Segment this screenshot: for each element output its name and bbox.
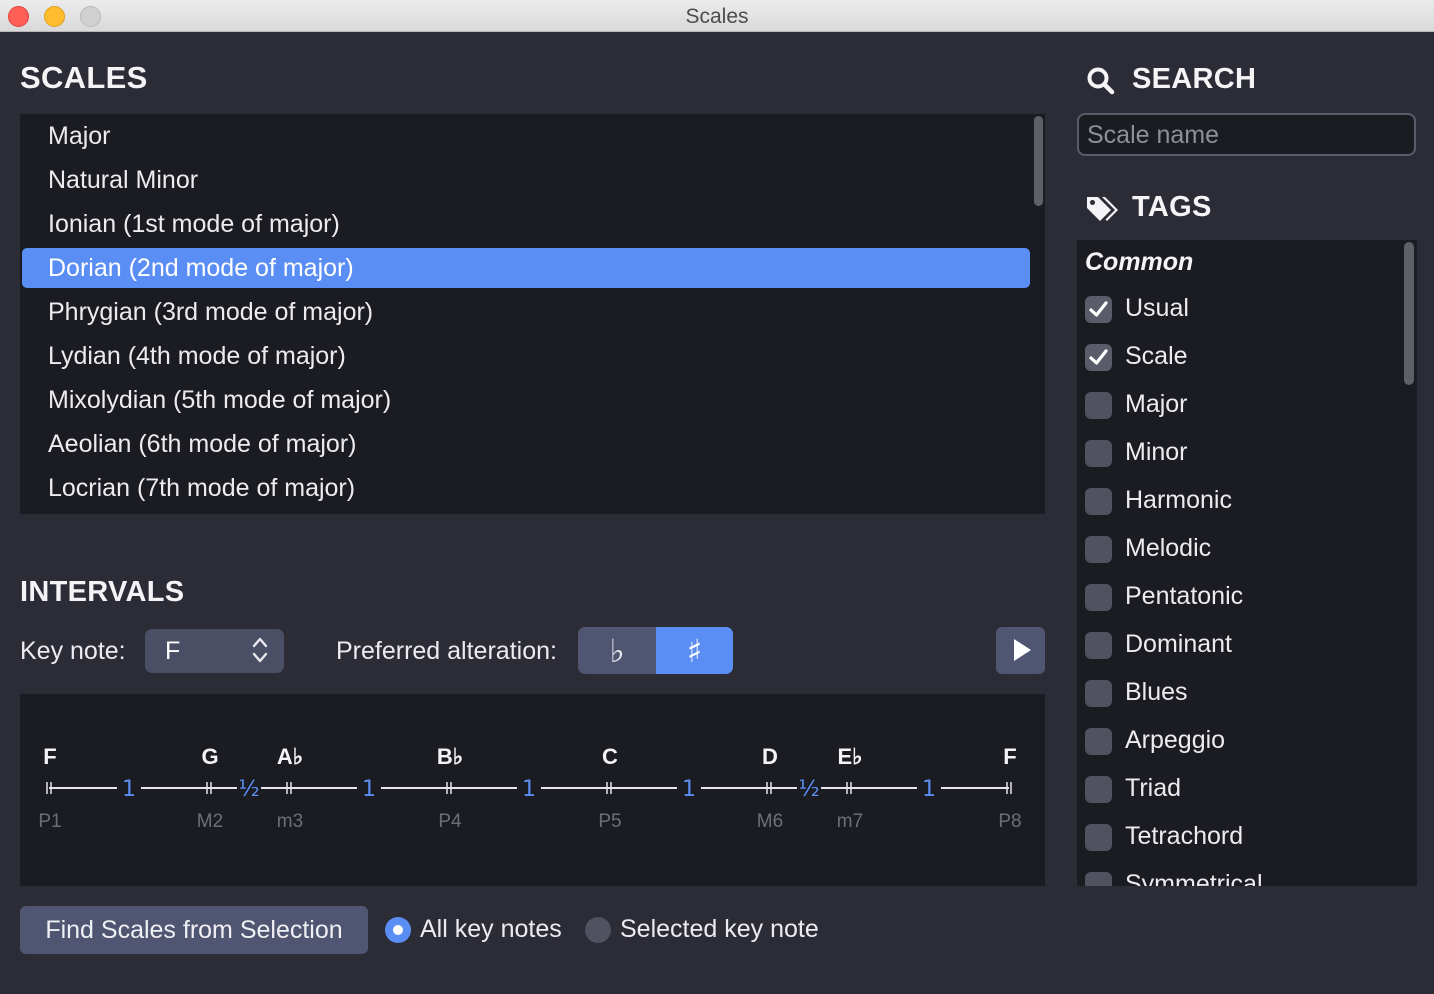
scale-item-natural-minor[interactable]: Natural Minor — [22, 160, 1030, 200]
tag-label: Melodic — [1125, 534, 1212, 562]
tag-label: Harmonic — [1125, 486, 1232, 514]
note-name-label: F — [1003, 744, 1016, 769]
degree-label: P4 — [438, 811, 462, 832]
tag-label: Tetrachord — [1125, 822, 1244, 850]
step-label: 1 — [362, 777, 376, 802]
tag-label: Blues — [1125, 678, 1188, 706]
scale-item-dorian[interactable]: Dorian (2nd mode of major) — [22, 248, 1030, 288]
scales-heading: SCALES — [20, 60, 148, 95]
intervals-diagram: F P1 G M2 A♭ m3 B♭ P4 C P5 D M6 E♭ m7 F P8 1 ½ 1 1 1 ½ 1 — [20, 694, 1045, 886]
tags-scrollbar[interactable] — [1404, 242, 1414, 385]
intervals-heading: INTERVALS — [20, 576, 185, 608]
key-note-select[interactable]: F — [145, 629, 284, 673]
tag-checkbox-usual[interactable] — [1085, 296, 1112, 323]
tag-checkbox-tetrachord[interactable] — [1085, 824, 1112, 851]
search-input[interactable] — [1087, 119, 1405, 151]
tag-label: Usual — [1125, 294, 1189, 322]
scale-item-locrian[interactable]: Locrian (7th mode of major) — [22, 468, 1030, 508]
play-button[interactable] — [996, 627, 1045, 674]
flat-icon: ♭ — [609, 632, 625, 670]
note-name-label: F — [43, 744, 56, 769]
checkmark-icon — [1089, 349, 1108, 365]
tags-list[interactable]: Common Usual Scale Major Minor Harmonic Melod… — [1077, 240, 1417, 886]
tag-checkbox-melodic[interactable] — [1085, 536, 1112, 563]
tag-checkbox-dominant[interactable] — [1085, 632, 1112, 659]
scale-item-phrygian[interactable]: Phrygian (3rd mode of major) — [22, 292, 1030, 332]
step-label: 1 — [522, 777, 536, 802]
degree-label: m7 — [837, 811, 863, 832]
tag-checkbox-blues[interactable] — [1085, 680, 1112, 707]
tag-label: Arpeggio — [1125, 726, 1226, 754]
tag-checkbox-minor[interactable] — [1085, 440, 1112, 467]
tag-group-common: Common — [1085, 248, 1194, 276]
interval-line: F P1 G M2 A♭ m3 B♭ P4 C P5 D M6 E♭ m7 F P8 1 ½ 1 1 1 ½ 1 — [38, 744, 1021, 832]
scale-list[interactable]: Major Natural Minor Ionian (1st mode of … — [20, 114, 1045, 514]
note-name-label: B♭ — [437, 744, 463, 769]
tag-checkbox-major[interactable] — [1085, 392, 1112, 419]
tag-label: Symmetrical — [1125, 870, 1263, 886]
degree-label: P1 — [38, 811, 61, 832]
step-label: 1 — [922, 777, 936, 802]
tags-icon — [1087, 197, 1118, 221]
degree-label: P5 — [598, 811, 621, 832]
step-label: ½ — [238, 777, 259, 802]
tag-checkbox-triad[interactable] — [1085, 776, 1112, 803]
all-key-notes-label[interactable]: All key notes — [420, 915, 562, 944]
tag-label: Scale — [1125, 342, 1188, 370]
note-name-label: C — [602, 744, 618, 769]
scale-list-scrollbar[interactable] — [1034, 116, 1043, 206]
tag-label: Major — [1125, 390, 1188, 418]
note-name-label: A♭ — [277, 744, 303, 769]
checkmark-icon — [1089, 301, 1108, 317]
key-note-value: F — [165, 637, 181, 665]
step-label: 1 — [682, 777, 696, 802]
search-heading: SEARCH — [1132, 63, 1257, 95]
tags-heading: TAGS — [1132, 191, 1212, 223]
note-name-label: D — [762, 744, 778, 769]
sharp-icon: ♯ — [686, 632, 703, 670]
scale-item-mixolydian[interactable]: Mixolydian (5th mode of major) — [22, 380, 1030, 420]
all-key-notes-radio[interactable] — [385, 917, 411, 943]
tag-checkbox-scale[interactable] — [1085, 344, 1112, 371]
selected-key-note-label[interactable]: Selected key note — [620, 915, 819, 944]
degree-label: M2 — [197, 811, 223, 832]
degree-label: m3 — [277, 811, 303, 832]
scale-item-ionian[interactable]: Ionian (1st mode of major) — [22, 204, 1030, 244]
sharp-alteration-button[interactable]: ♯ — [656, 627, 733, 674]
flat-alteration-button[interactable]: ♭ — [578, 627, 656, 674]
key-note-label: Key note: — [20, 637, 126, 665]
play-icon — [1014, 639, 1031, 661]
window-title: Scales — [685, 5, 749, 28]
tag-label: Triad — [1125, 774, 1182, 802]
degree-label: M6 — [757, 811, 783, 832]
tag-label: Dominant — [1125, 630, 1232, 658]
search-field[interactable] — [1077, 113, 1416, 156]
find-scales-button[interactable]: Find Scales from Selection — [20, 906, 368, 954]
scale-item-major[interactable]: Major — [22, 116, 1030, 156]
tag-checkbox-harmonic[interactable] — [1085, 488, 1112, 515]
tag-checkbox-symmetrical[interactable] — [1085, 872, 1112, 886]
preferred-alteration-label: Preferred alteration: — [336, 637, 557, 665]
tag-label: Minor — [1125, 438, 1188, 466]
scale-item-aeolian[interactable]: Aeolian (6th mode of major) — [22, 424, 1030, 464]
search-icon — [1087, 67, 1115, 95]
window-titlebar: Scales — [0, 0, 1434, 32]
step-label: ½ — [798, 777, 819, 802]
tag-checkbox-pentatonic[interactable] — [1085, 584, 1112, 611]
up-down-chevron-icon — [252, 637, 268, 663]
tag-label: Pentatonic — [1125, 582, 1244, 610]
note-name-label: E♭ — [837, 744, 862, 769]
tag-checkbox-arpeggio[interactable] — [1085, 728, 1112, 755]
degree-label: P8 — [998, 811, 1021, 832]
note-name-label: G — [201, 744, 218, 769]
scale-item-lydian[interactable]: Lydian (4th mode of major) — [22, 336, 1030, 376]
step-label: 1 — [122, 777, 136, 802]
selected-key-note-radio[interactable] — [585, 917, 611, 943]
